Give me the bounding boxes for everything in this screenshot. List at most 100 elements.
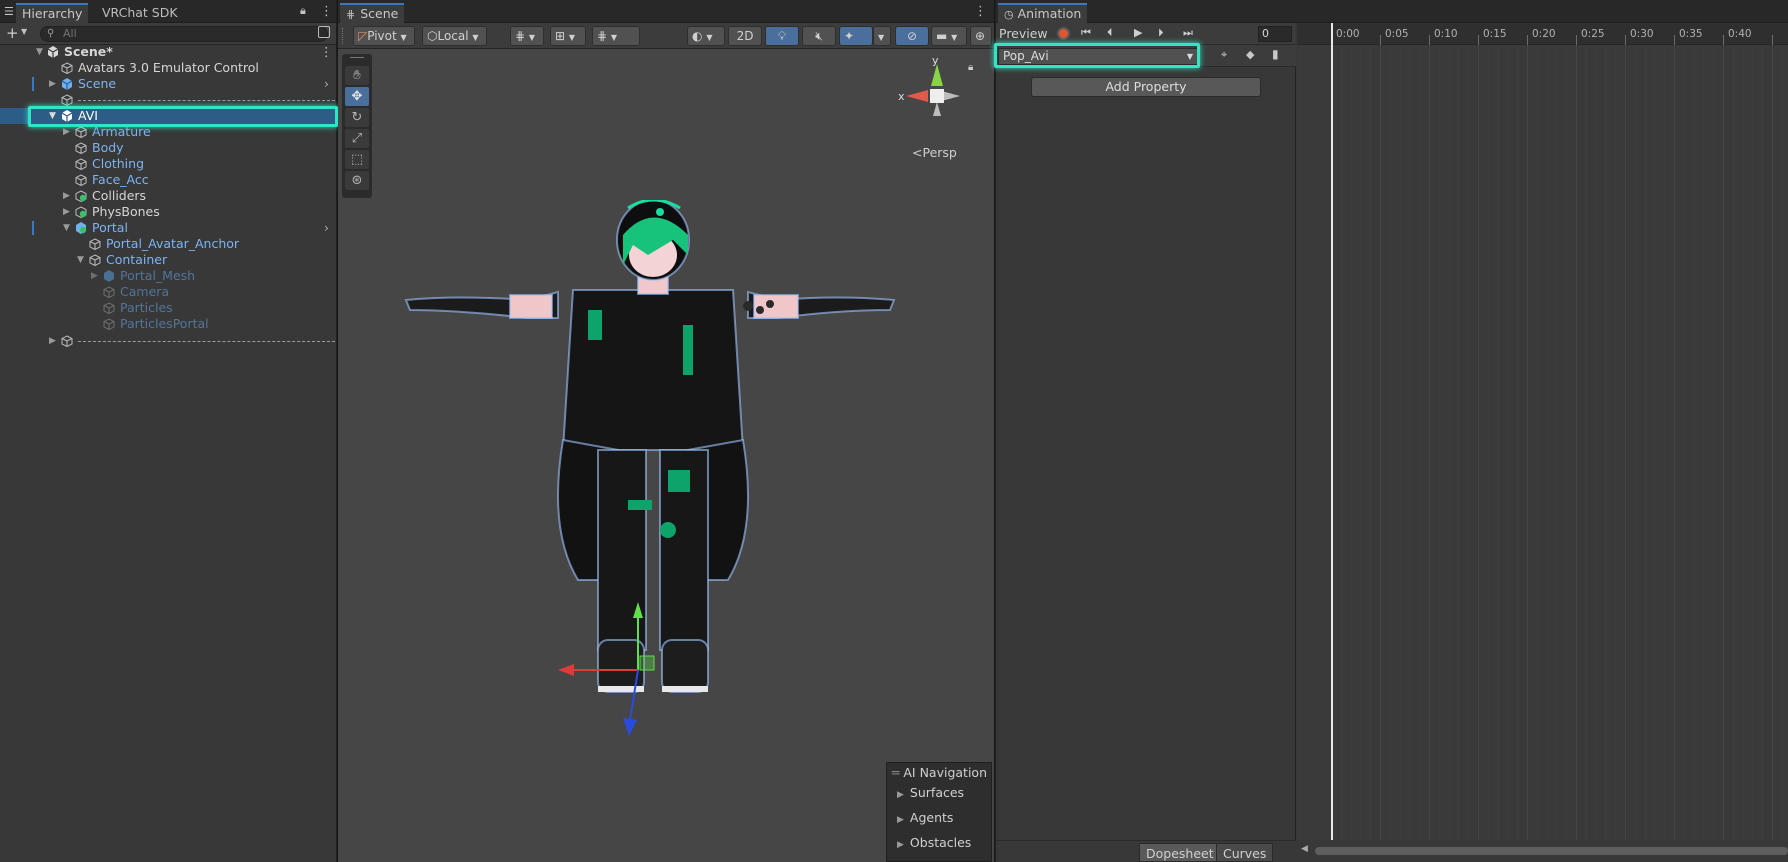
scrollbar-thumb[interactable]	[1315, 847, 1788, 855]
hand-tool-button[interactable]: ✋︎	[345, 66, 369, 85]
ai-nav-item-agents[interactable]: ▶ Agents	[897, 810, 953, 825]
tab-scene[interactable]: ⋕ Scene	[340, 3, 405, 23]
chevron-down-icon[interactable]: ▼	[21, 27, 27, 36]
pivot-dropdown[interactable]: ◸Pivot ▼	[353, 26, 415, 46]
chevron-right-icon[interactable]: ›	[324, 220, 329, 236]
hierarchy-row[interactable]: Clothing	[0, 156, 337, 172]
hierarchy-row-separator[interactable]: ▶	[0, 333, 337, 349]
snap-increment-button[interactable]: ⊞ ▼	[550, 26, 586, 46]
time-ruler[interactable]: 0:00 0:05 0:10 0:15 0:20 0:25 0:30 0:35 …	[1297, 23, 1788, 45]
avatar-model[interactable]	[398, 200, 908, 760]
lock-icon[interactable]: 🔒︎	[300, 4, 306, 18]
grid-snap-button[interactable]: ⋕ ▼	[510, 26, 544, 46]
rotate-tool-button[interactable]: ↻	[345, 108, 369, 127]
rect-tool-button[interactable]: ⬚	[345, 150, 369, 169]
row-label: Portal_Mesh	[120, 268, 196, 283]
orientation-gizmo[interactable]: y x	[898, 56, 988, 156]
gizmos-dropdown[interactable]: ⊕	[970, 26, 992, 46]
scene-viewport[interactable]: ✋︎ ✥ ↻ ⤢ ⬚ ⊛ y x 🔒︎ <Persp ═ AI Navigati…	[338, 50, 994, 862]
cube-icon: ⬡	[427, 29, 438, 43]
tab-dopesheet[interactable]: Dopesheet	[1139, 843, 1221, 862]
fold-open-icon[interactable]: ▼	[77, 252, 84, 268]
ruler-tick: 0:05	[1385, 28, 1409, 40]
hierarchy-row[interactable]: ▶ PhysBones	[0, 204, 337, 220]
playhead[interactable]	[1331, 23, 1333, 840]
fold-open-icon[interactable]: ▼	[36, 44, 43, 60]
ai-nav-item-obstacles[interactable]: ▶ Obstacles	[897, 835, 971, 850]
fold-closed-icon[interactable]: ▶	[63, 204, 70, 220]
gizmo-lock-icon[interactable]: 🔒︎	[968, 62, 973, 73]
hierarchy-row[interactable]: Face_Acc	[0, 172, 337, 188]
timeline-scrollbar[interactable]: ◀	[1297, 840, 1788, 862]
hierarchy-row[interactable]: ▶ Portal_Mesh	[0, 268, 337, 284]
tab-hierarchy[interactable]: Hierarchy	[16, 3, 89, 23]
fold-open-icon[interactable]: ▼	[63, 220, 70, 236]
ai-nav-item-surfaces[interactable]: ▶ Surfaces	[897, 785, 964, 800]
grid-visibility-button[interactable]: ⋕ ▼	[592, 26, 640, 46]
toggle-2d-button[interactable]: 2D	[728, 26, 762, 46]
add-icon[interactable]: +	[6, 24, 19, 42]
fold-closed-icon[interactable]: ▶	[49, 76, 56, 92]
fold-closed-icon[interactable]: ▶	[49, 333, 56, 349]
tab-vrchat-sdk[interactable]: VRChat SDK	[96, 3, 184, 23]
hierarchy-search-input[interactable]: ⚲ All	[40, 26, 328, 42]
draw-mode-button[interactable]: ◐ ▼	[687, 26, 725, 46]
next-key-icon[interactable]: ⏵	[1158, 26, 1164, 40]
camera-dropdown[interactable]: ▬ ▼	[931, 26, 967, 46]
persp-label[interactable]: <Persp	[912, 145, 957, 160]
ai-navigation-title[interactable]: ═ AI Navigation	[887, 765, 991, 780]
move-tool-button[interactable]: ✥	[345, 87, 369, 106]
more-menu-icon[interactable]: ⋮	[974, 4, 987, 19]
filter-key-icon[interactable]: ⌖	[1221, 48, 1227, 62]
audio-toggle[interactable]: 🔇︎	[802, 26, 836, 46]
add-keyframe-icon[interactable]: ◆	[1246, 48, 1254, 61]
highlight-clip-dropdown	[994, 43, 1200, 68]
tab-animation[interactable]: ◷ Animation	[998, 3, 1088, 23]
last-key-icon[interactable]: ⏭	[1183, 26, 1193, 40]
effects-dropdown[interactable]: ▼	[873, 26, 891, 46]
add-property-button[interactable]: Add Property	[1031, 77, 1261, 97]
scene-more-icon[interactable]: ⋮	[320, 44, 333, 60]
local-dropdown[interactable]: ⬡Local ▼	[422, 26, 487, 46]
play-icon[interactable]: ▶	[1134, 26, 1142, 39]
hierarchy-row[interactable]: Particles	[0, 300, 337, 316]
grid-line	[1448, 45, 1450, 840]
ruler-major-tick	[1723, 35, 1724, 45]
timeline-pane[interactable]: 0:00 0:05 0:10 0:15 0:20 0:25 0:30 0:35 …	[1297, 23, 1788, 862]
prev-key-icon[interactable]: ⏴	[1107, 26, 1113, 40]
grid-line	[1723, 45, 1724, 840]
hierarchy-row[interactable]: Portal_Avatar_Anchor	[0, 236, 337, 252]
search-options-icon[interactable]	[318, 26, 330, 38]
grid-line	[1389, 45, 1391, 840]
grid-line	[1625, 45, 1626, 840]
fold-closed-icon[interactable]: ▶	[63, 188, 70, 204]
hierarchy-row[interactable]: ParticlesPortal	[0, 316, 337, 332]
frame-input[interactable]: 0	[1258, 26, 1292, 42]
scale-tool-button[interactable]: ⤢	[345, 129, 369, 148]
hierarchy-row[interactable]: Camera	[0, 284, 337, 300]
fold-closed-icon[interactable]: ▶	[91, 268, 98, 284]
chevron-right-icon[interactable]: ›	[324, 76, 329, 92]
preview-toggle[interactable]: Preview	[999, 26, 1048, 41]
hierarchy-row[interactable]: ▶ Scene ›	[0, 76, 337, 92]
hierarchy-row[interactable]: ▶ Colliders	[0, 188, 337, 204]
more-menu-icon[interactable]: ⋮	[320, 4, 333, 19]
lighting-toggle[interactable]: 💡︎	[765, 26, 799, 46]
transform-tool-button[interactable]: ⊛	[345, 171, 369, 190]
hierarchy-row[interactable]: Body	[0, 140, 337, 156]
tab-curves[interactable]: Curves	[1216, 843, 1274, 862]
scroll-left-icon[interactable]: ◀	[1301, 844, 1308, 854]
hierarchy-list-icon: ☰	[4, 5, 14, 18]
effects-toggle[interactable]: ✦	[839, 26, 873, 46]
gameobject-script-icon	[75, 190, 87, 202]
fold-closed-icon[interactable]: ▶	[63, 124, 70, 140]
hierarchy-row[interactable]: ▼ Portal ›	[0, 220, 337, 236]
hierarchy-row[interactable]: ▶ Armature	[0, 124, 337, 140]
mode-2d-label: 2D	[736, 29, 754, 43]
record-icon[interactable]	[1057, 27, 1070, 40]
hierarchy-row[interactable]: ▼ Container	[0, 252, 337, 268]
hierarchy-row-scene-root[interactable]: ▼ Scene* ⋮	[0, 44, 337, 60]
add-event-icon[interactable]: ▮	[1272, 47, 1279, 61]
first-key-icon[interactable]: ⏮	[1081, 26, 1091, 40]
hierarchy-row[interactable]: Avatars 3.0 Emulator Control	[0, 60, 337, 76]
